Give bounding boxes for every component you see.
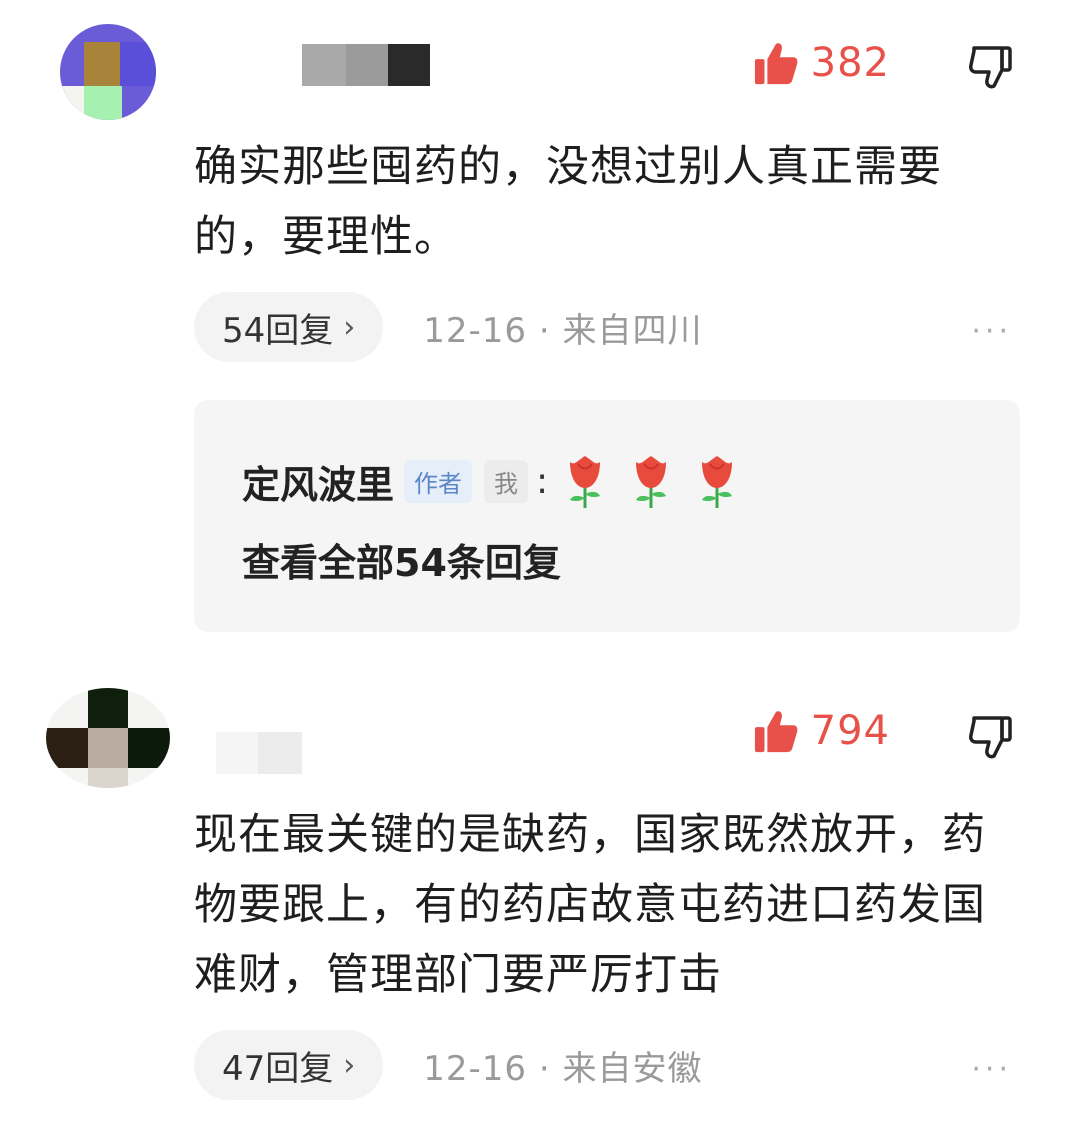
more-icon[interactable]: ··· bbox=[971, 1052, 1012, 1087]
meta-info: 12-16 · 来自四川 bbox=[423, 303, 702, 352]
thumbs-down-icon[interactable] bbox=[966, 42, 1014, 90]
comment-date: 12-16 bbox=[423, 1048, 528, 1089]
thumbs-up-icon bbox=[754, 711, 798, 753]
avatar-mosaic-block bbox=[60, 86, 84, 120]
username-blurred[interactable] bbox=[302, 44, 346, 86]
meta-info: 12-16 · 来自安徽 bbox=[423, 1041, 702, 1090]
meta-separator: · bbox=[538, 1048, 551, 1089]
avatar-mosaic-block bbox=[84, 86, 122, 120]
like-button[interactable]: 794 bbox=[753, 708, 890, 754]
chevron-right-icon: › bbox=[343, 1047, 356, 1083]
avatar-mosaic-block bbox=[46, 728, 88, 768]
author-badge: 作者 bbox=[404, 459, 473, 503]
comment-text: 确实那些囤药的，没想过别人真正需要的，要理性。 bbox=[194, 142, 942, 262]
comment-text: 现在最关键的是缺药，国家既然放开，药物要跟上，有的药店故意屯药进口药发国难财，管… bbox=[194, 810, 986, 1000]
avatar[interactable] bbox=[46, 688, 170, 788]
rose-icon bbox=[636, 456, 667, 508]
username-blurred bbox=[346, 44, 388, 86]
avatar-mosaic-block bbox=[88, 688, 128, 728]
avatar-mosaic-block bbox=[128, 728, 170, 768]
reply-count-button[interactable]: 47回复 › bbox=[194, 1030, 384, 1100]
comment-date: 12-16 bbox=[423, 310, 528, 351]
comment-item: 382 确实那些囤药的，没想过别人真正需要的，要理性。 54回复 › 12-16… bbox=[0, 0, 1080, 660]
username-blurred[interactable] bbox=[216, 732, 258, 774]
like-count: 794 bbox=[810, 708, 890, 754]
avatar-mosaic-block bbox=[84, 42, 120, 86]
username-blurred bbox=[388, 44, 430, 86]
thumbs-down-icon[interactable] bbox=[966, 712, 1014, 760]
reply-preview-line: 定风波里 作者 我 : bbox=[242, 452, 760, 510]
meta-separator: · bbox=[538, 310, 551, 351]
more-icon[interactable]: ··· bbox=[971, 314, 1012, 349]
like-count: 382 bbox=[810, 40, 890, 86]
like-button[interactable]: 382 bbox=[753, 40, 890, 86]
comment-meta: 47回复 › 12-16 · 来自安徽 ··· bbox=[194, 1030, 1020, 1100]
comment-item: 794 现在最关键的是缺药，国家既然放开，药物要跟上，有的药店故意屯药进口药发国… bbox=[0, 660, 1080, 1126]
reply-colon: : bbox=[536, 460, 549, 502]
comment-location: 来自四川 bbox=[562, 310, 703, 351]
view-all-replies-link[interactable]: 查看全部54条回复 bbox=[242, 532, 561, 587]
avatar-mosaic-block bbox=[88, 768, 128, 788]
avatar-mosaic-block bbox=[88, 728, 128, 768]
comment-location: 来自安徽 bbox=[562, 1048, 703, 1089]
reply-count-button[interactable]: 54回复 › bbox=[194, 292, 384, 362]
comment-meta: 54回复 › 12-16 · 来自四川 ··· bbox=[194, 292, 1020, 362]
reply-count-label: 47回复 bbox=[222, 1048, 334, 1089]
avatar[interactable] bbox=[60, 24, 156, 120]
username-blurred bbox=[258, 732, 302, 774]
thumbs-up-icon bbox=[754, 43, 798, 85]
chevron-right-icon: › bbox=[343, 309, 356, 345]
reply-author-name[interactable]: 定风波里 bbox=[242, 454, 394, 509]
rose-icon bbox=[570, 456, 601, 508]
avatar-mosaic-block bbox=[120, 42, 156, 86]
reply-count-label: 54回复 bbox=[222, 310, 334, 351]
me-badge: 我 bbox=[484, 459, 529, 503]
rose-icon bbox=[702, 456, 733, 508]
reply-preview-box[interactable]: 定风波里 作者 我 : 查看全部54条回复 bbox=[194, 400, 1020, 632]
